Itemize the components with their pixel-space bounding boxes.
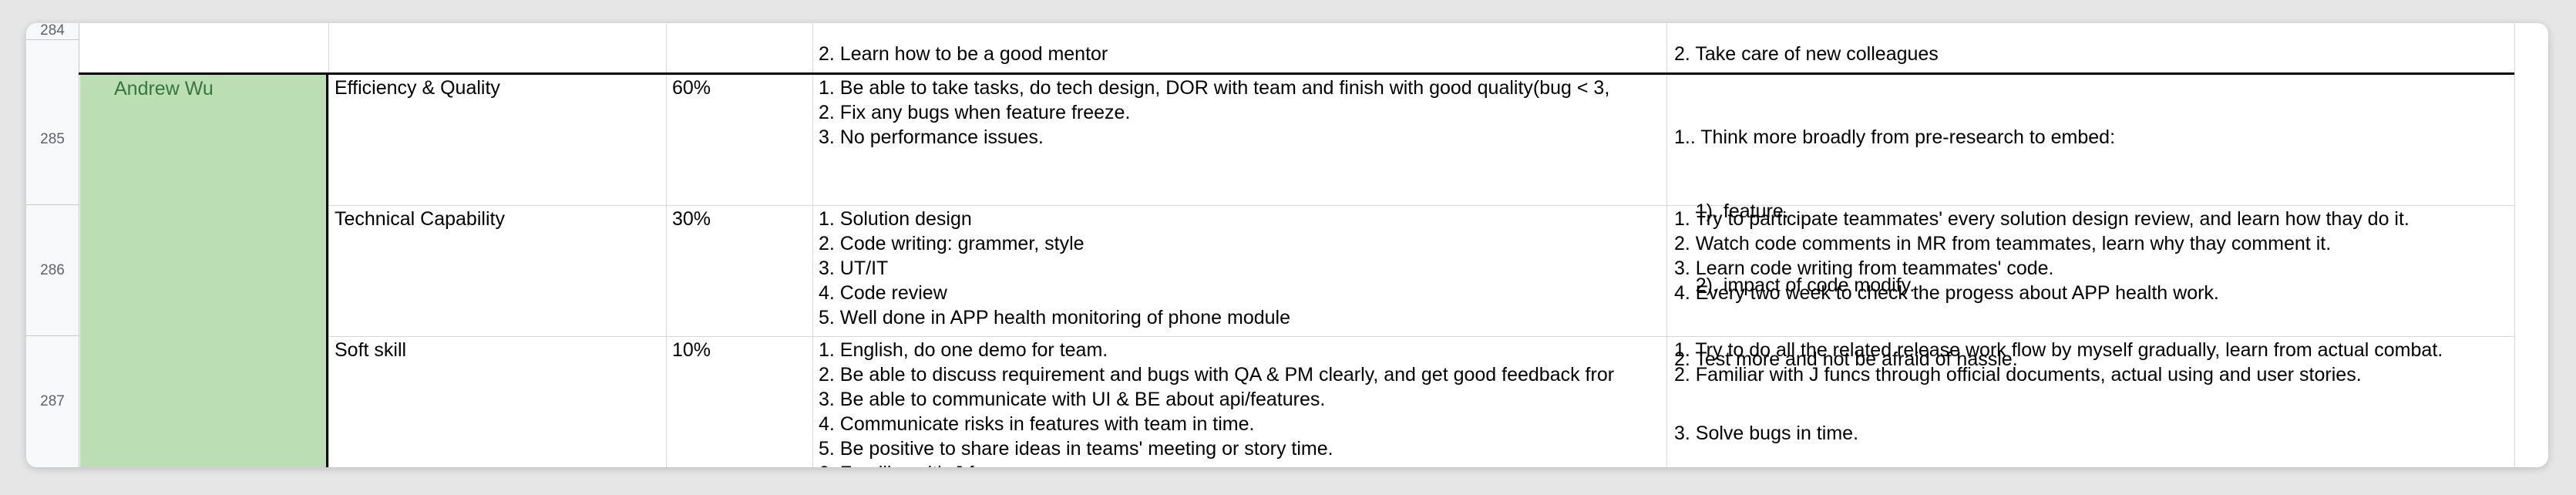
row-header-285[interactable]: 285	[26, 74, 79, 205]
row-286-goals-cell[interactable]: 1. Solution design 2. Code writing: gram…	[819, 207, 1665, 330]
row-287-actions-cell[interactable]: 1. Try to do all the related release wor…	[1674, 338, 2511, 387]
column-divider	[666, 23, 667, 467]
row-286-weight-cell[interactable]: 30%	[672, 207, 809, 231]
row-286-actions-cell[interactable]: 1. Try to participate teammates' every s…	[1674, 207, 2511, 305]
column-divider	[812, 23, 813, 467]
row-header-286[interactable]: 286	[26, 205, 79, 336]
row-header-284[interactable]: 284	[26, 23, 79, 40]
row-287-weight-cell[interactable]: 10%	[672, 338, 809, 362]
row-285-weight-cell[interactable]: 60%	[672, 76, 809, 100]
row-287-goals-cell[interactable]: 1. English, do one demo for team. 2. Be …	[819, 338, 1665, 467]
row-header-287[interactable]: 287	[26, 336, 79, 467]
employee-name-cell[interactable]: Andrew Wu	[80, 75, 328, 467]
employee-name: Andrew Wu	[114, 78, 214, 99]
row-284-actions-cell[interactable]: 2. Take care of new colleagues	[1674, 42, 2511, 66]
row-divider-thick	[79, 72, 2514, 75]
row-286-category-cell[interactable]: Technical Capability	[335, 207, 663, 231]
column-divider	[1666, 23, 1667, 467]
row-284-goals-cell[interactable]: 2. Learn how to be a good mentor	[819, 42, 1663, 66]
row-header-column: 284 285 286 287	[26, 23, 79, 467]
column-divider	[2514, 23, 2515, 467]
column-divider	[328, 23, 329, 467]
row-287-category-cell[interactable]: Soft skill	[335, 338, 663, 362]
spreadsheet-grid: 284 285 286 287 Andrew Wu 2. Learn how t…	[26, 23, 2548, 467]
row-285-goals-cell[interactable]: 1. Be able to take tasks, do tech design…	[819, 76, 1665, 150]
spreadsheet-window: 284 285 286 287 Andrew Wu 2. Learn how t…	[26, 23, 2548, 467]
row-285-category-cell[interactable]: Efficiency & Quality	[335, 76, 663, 100]
